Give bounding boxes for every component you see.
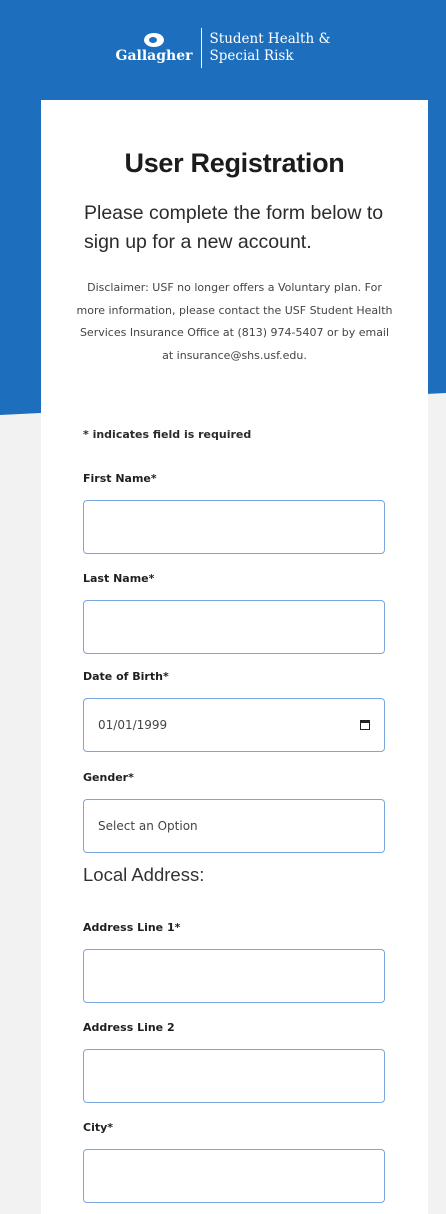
gender-select[interactable]: Select an Option [83, 799, 385, 853]
registration-card: User Registration Please complete the fo… [41, 100, 428, 1214]
gender-field: Gender* Select an Option [83, 771, 385, 853]
brand-tagline-line2: Special Risk [209, 48, 294, 64]
brand-name: Gallagher [115, 47, 193, 64]
dob-input[interactable]: 01/01/1999 [83, 698, 385, 752]
brand-tagline-line1: Student Health & [209, 31, 331, 47]
dob-value: 01/01/1999 [98, 718, 168, 732]
registration-form: * indicates field is required First Name… [41, 428, 428, 1203]
city-input[interactable] [83, 1149, 385, 1203]
city-field: City* [83, 1121, 385, 1203]
address-line-1-input[interactable] [83, 949, 385, 1003]
address-line-2-input[interactable] [83, 1049, 385, 1103]
page-title: User Registration [124, 148, 345, 178]
intro-text: Please complete the form below to sign u… [84, 202, 384, 253]
address-line-1-field: Address Line 1* [83, 921, 385, 1003]
gender-label: Gender* [83, 771, 134, 784]
last-name-input[interactable] [83, 600, 385, 654]
brand-logo[interactable]: Gallagher Student Health & Special Risk [0, 28, 446, 68]
dob-label: Date of Birth* [83, 670, 169, 683]
dob-field: Date of Birth* 01/01/1999 [83, 670, 385, 752]
first-name-label: First Name* [83, 472, 157, 485]
last-name-field: Last Name* [83, 572, 385, 654]
first-name-input[interactable] [83, 500, 385, 554]
calendar-icon[interactable] [360, 720, 370, 730]
first-name-field: First Name* [83, 472, 385, 554]
last-name-label: Last Name* [83, 572, 155, 585]
address-line-1-label: Address Line 1* [83, 921, 181, 934]
address-line-2-label: Address Line 2 [83, 1021, 175, 1034]
gallagher-logo-icon [144, 32, 165, 47]
address-line-2-field: Address Line 2 [83, 1021, 385, 1103]
disclaimer-text: Disclaimer: USF no longer offers a Volun… [76, 281, 393, 362]
required-note: * indicates field is required [83, 428, 252, 441]
city-label: City* [83, 1121, 114, 1134]
local-address-heading: Local Address: [83, 864, 205, 885]
